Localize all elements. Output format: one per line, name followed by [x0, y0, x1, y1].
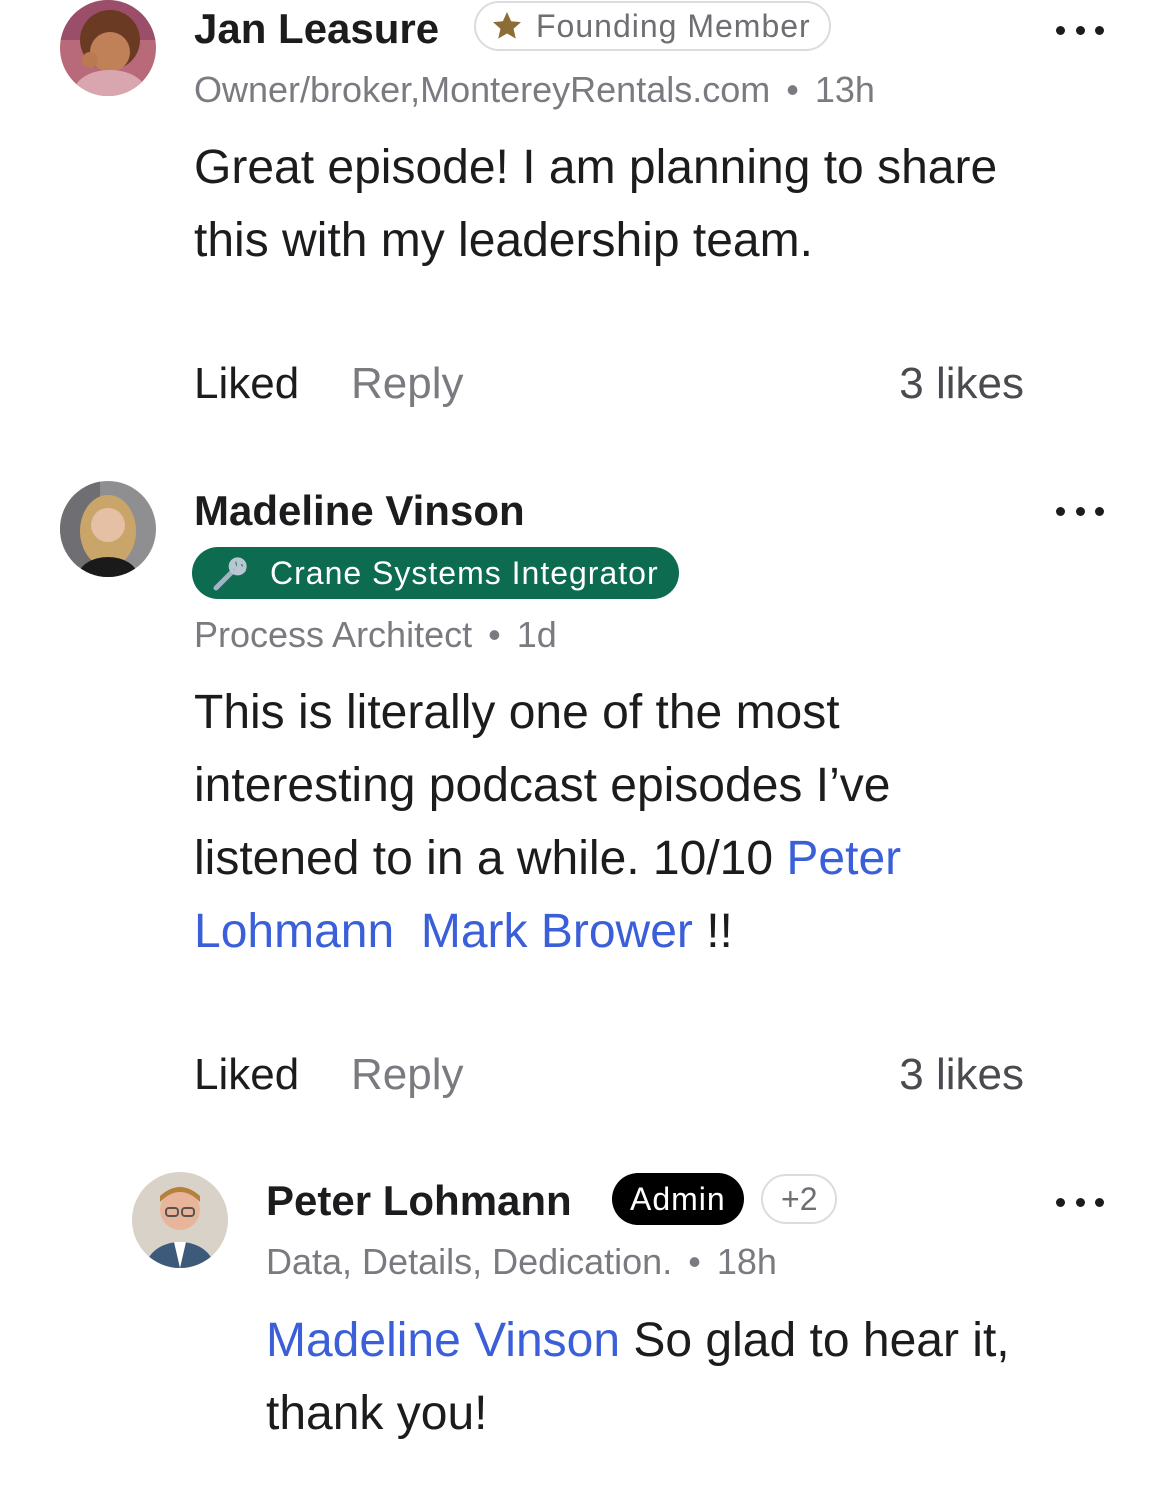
comment-actions: Liked Reply 3 likes [194, 1053, 1024, 1103]
comment-jan-leasure: Jan Leasure Founding Member Owner/broker… [0, 0, 1170, 440]
badge-count-label: +2 [781, 1180, 818, 1217]
author-headline: Data, Details, Dedication. • 18h [266, 1244, 777, 1280]
dot [1075, 1197, 1085, 1207]
avatar-peter-lohmann[interactable] [132, 1172, 228, 1268]
dot [1075, 506, 1085, 516]
dot [1056, 506, 1065, 516]
wrench-icon [213, 557, 247, 591]
dot [1056, 1197, 1065, 1207]
like-button[interactable]: Liked [194, 362, 299, 406]
dot [1095, 25, 1104, 35]
timestamp: 13h [814, 69, 875, 110]
comment-text: This is literally one of the most intere… [194, 676, 974, 968]
crane-systems-integrator-badge[interactable]: Crane Systems Integrator [192, 547, 679, 599]
more-badges-count[interactable]: +2 [761, 1174, 838, 1224]
comment-text: Madeline Vinson So glad to hear it, than… [266, 1304, 1026, 1450]
separator: • [488, 614, 501, 655]
dot [1075, 25, 1085, 35]
comment-madeline-vinson: Madeline Vinson Crane Systems Integrator… [0, 480, 1170, 1130]
like-button[interactable]: Liked [194, 1053, 299, 1097]
reply-button[interactable]: Reply [351, 362, 464, 406]
author-headline: Owner/broker,MontereyRentals.com • 13h [194, 72, 875, 108]
timestamp: 1d [516, 614, 557, 655]
dot [1095, 1197, 1104, 1207]
separator: • [688, 1241, 701, 1282]
comment-text-end: !! [692, 905, 733, 958]
timestamp: 18h [716, 1241, 777, 1282]
headline-text: Owner/broker,MontereyRentals.com [194, 69, 771, 110]
reply-button[interactable]: Reply [351, 1053, 464, 1097]
mention-gap [394, 905, 421, 958]
mention-mark-brower[interactable]: Mark Brower [421, 905, 693, 958]
author-name[interactable]: Madeline Vinson [194, 490, 525, 532]
comment-actions: Liked Reply 3 likes [194, 362, 1024, 412]
author-name[interactable]: Peter Lohmann [266, 1180, 572, 1222]
dot [1095, 506, 1104, 516]
more-options-button[interactable] [1056, 24, 1104, 36]
avatar-madeline-vinson[interactable] [60, 481, 156, 577]
headline-text: Data, Details, Dedication. [266, 1241, 673, 1282]
badge-label: Admin [630, 1180, 726, 1217]
likes-count[interactable]: 3 likes [899, 1053, 1024, 1097]
headline-text: Process Architect [194, 614, 473, 655]
likes-count[interactable]: 3 likes [899, 362, 1024, 406]
more-options-button[interactable] [1056, 505, 1104, 517]
comment-text: Great episode! I am planning to share th… [194, 141, 998, 267]
mention-madeline-vinson[interactable]: Madeline Vinson [266, 1314, 620, 1367]
avatar-image [60, 0, 156, 96]
avatar-image [60, 481, 156, 577]
separator: • [786, 69, 799, 110]
star-icon [493, 12, 521, 39]
more-options-button[interactable] [1056, 1196, 1104, 1208]
author-headline: Process Architect • 1d [194, 617, 557, 653]
badge-label: Founding Member [536, 7, 811, 44]
admin-badge[interactable]: Admin [612, 1173, 744, 1225]
avatar-jan-leasure[interactable] [60, 0, 156, 96]
founding-member-badge[interactable]: Founding Member [474, 1, 831, 51]
dot [1056, 25, 1065, 35]
badge-label: Crane Systems Integrator [270, 554, 659, 591]
avatar-image [132, 1172, 228, 1268]
reply-peter-lohmann: Peter Lohmann Admin +2 Data, Details, De… [0, 1170, 1170, 1470]
author-name[interactable]: Jan Leasure [194, 8, 439, 50]
